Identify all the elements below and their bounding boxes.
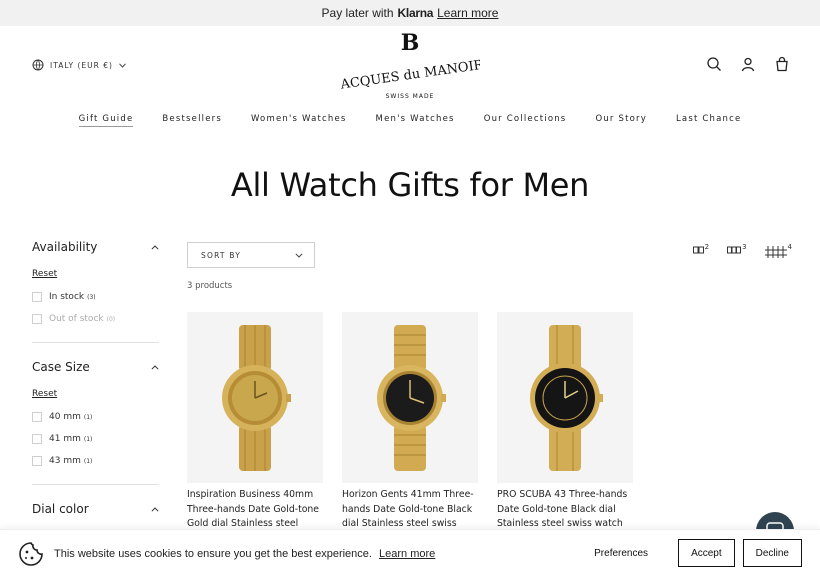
option-label: Out of stock	[49, 314, 104, 324]
search-icon[interactable]	[706, 56, 722, 72]
option-label: 43 mm	[49, 456, 81, 466]
product-name[interactable]: PRO SCUBA 43 Three-hands Date Gold-tone …	[497, 488, 633, 532]
cart-icon[interactable]	[774, 56, 790, 72]
sort-by-dropdown[interactable]: SORT BY	[187, 242, 315, 268]
svg-text:JACQUES du MANOIR: JACQUES du MANOIR	[340, 58, 480, 94]
filter-option-out-of-stock[interactable]: Out of stock (0)	[32, 314, 159, 324]
filter-availability-toggle[interactable]: Availability	[32, 240, 159, 254]
chevron-up-icon	[151, 364, 159, 370]
option-count: (3)	[87, 293, 96, 301]
product-image[interactable]	[497, 312, 633, 483]
product-card[interactable]: Inspiration Business 40mm Three-hands Da…	[187, 312, 323, 546]
grid-2-count: 2	[704, 243, 710, 251]
cookie-decline-button[interactable]: Decline	[742, 539, 802, 567]
filter-option-in-stock[interactable]: In stock (3)	[32, 292, 159, 302]
checkbox[interactable]	[32, 292, 42, 302]
nav-our-story[interactable]: Our Story	[595, 114, 647, 127]
filter-title: Availability	[32, 240, 98, 254]
grid-toggles: 2 3 4	[692, 243, 792, 258]
nav-gift-guide[interactable]: Gift Guide	[78, 114, 134, 127]
filter-dial-color-toggle[interactable]: Dial color	[32, 502, 159, 516]
checkbox[interactable]	[32, 456, 42, 466]
site-header: ITALY (EUR €) B JACQUES du MANOIR SWISS …	[0, 26, 820, 140]
option-count: (1)	[83, 435, 93, 443]
country-selector[interactable]: ITALY (EUR €)	[32, 59, 132, 71]
cookie-learn-more-link[interactable]: Learn more	[379, 548, 435, 560]
account-icon[interactable]	[740, 56, 756, 72]
product-count: 3 products	[187, 281, 233, 291]
filter-option-41mm[interactable]: 41 mm (1)	[32, 434, 159, 444]
page-title: All Watch Gifts for Men	[230, 166, 590, 204]
case-size-reset-link[interactable]: Reset	[32, 389, 57, 399]
svg-text:B: B	[401, 32, 420, 56]
checkbox[interactable]	[32, 314, 42, 324]
grid-2-icon	[692, 246, 704, 254]
checkbox[interactable]	[32, 412, 42, 422]
nav-mens-watches[interactable]: Men's Watches	[376, 114, 455, 127]
nav-last-chance[interactable]: Last Chance	[676, 114, 741, 127]
option-count: (1)	[83, 413, 93, 421]
globe-icon	[32, 59, 44, 71]
cookie-banner: This website uses cookies to ensure you …	[0, 529, 820, 577]
filter-title: Dial color	[32, 502, 89, 516]
filter-option-40mm[interactable]: 40 mm (1)	[32, 412, 159, 422]
chevron-up-icon	[151, 506, 159, 512]
option-label: 40 mm	[49, 412, 81, 422]
filter-availability: Availability Reset In stock (3) Out of s…	[32, 240, 159, 343]
product-card[interactable]: PRO SCUBA 43 Three-hands Date Gold-tone …	[497, 312, 633, 546]
filter-case-size-toggle[interactable]: Case Size	[32, 360, 159, 374]
grid-3-count: 3	[742, 243, 747, 251]
grid-4-toggle[interactable]: 4	[764, 243, 792, 258]
cookie-text: This website uses cookies to ensure you …	[54, 548, 435, 560]
svg-text:SWISS MADE: SWISS MADE	[386, 93, 435, 100]
checkbox[interactable]	[32, 434, 42, 444]
brand-logo[interactable]: B JACQUES du MANOIR SWISS MADE	[333, 30, 486, 102]
option-label: 41 mm	[49, 434, 81, 444]
cookie-buttons: Preferences Accept Decline	[582, 539, 802, 567]
filter-sidebar: Availability Reset In stock (3) Out of s…	[32, 240, 159, 551]
cookie-message: This website uses cookies to ensure you …	[54, 547, 372, 560]
klarna-logo: Klarna	[397, 6, 434, 20]
grid-4-count: 4	[787, 243, 792, 251]
option-count: (0)	[106, 315, 116, 323]
availability-reset-link[interactable]: Reset	[32, 269, 57, 279]
filter-title: Case Size	[32, 360, 90, 374]
option-label: In stock	[49, 292, 85, 302]
nav-our-collections[interactable]: Our Collections	[484, 114, 567, 127]
grid-3-toggle[interactable]: 3	[727, 243, 747, 254]
filter-case-size: Case Size Reset 40 mm (1) 41 mm (1) 43 m…	[32, 360, 159, 485]
main-nav: Gift Guide Bestsellers Women's Watches M…	[0, 114, 820, 127]
nav-bestsellers[interactable]: Bestsellers	[162, 114, 222, 127]
cookie-accept-button[interactable]: Accept	[678, 539, 735, 567]
watch-image	[530, 324, 603, 471]
chevron-up-icon	[151, 244, 159, 250]
chevron-down-icon	[295, 252, 303, 258]
product-grid: Inspiration Business 40mm Three-hands Da…	[187, 312, 633, 546]
sort-by-label: SORT BY	[201, 250, 242, 260]
product-image[interactable]	[187, 312, 323, 483]
country-label: ITALY (EUR €)	[50, 60, 113, 70]
product-image[interactable]	[342, 312, 478, 483]
chevron-down-icon	[119, 62, 126, 68]
grid-2-toggle[interactable]: 2	[692, 243, 710, 254]
cookie-icon	[19, 541, 43, 566]
grid-4-icon	[764, 246, 787, 258]
cookie-preferences-button[interactable]: Preferences	[582, 539, 660, 567]
watch-image	[222, 324, 291, 471]
filter-option-43mm[interactable]: 43 mm (1)	[32, 456, 159, 466]
option-count: (1)	[83, 457, 93, 465]
announcement-text: Pay later with	[321, 6, 394, 20]
product-card[interactable]: Horizon Gents 41mm Three-hands Date Gold…	[342, 312, 478, 546]
announcement-learn-more-link[interactable]: Learn more	[437, 6, 498, 20]
announcement-bar: Pay later with Klarna Learn more	[0, 0, 820, 26]
watch-image	[377, 324, 446, 471]
nav-womens-watches[interactable]: Women's Watches	[251, 114, 347, 127]
grid-3-icon	[727, 246, 742, 254]
header-icons	[706, 56, 790, 72]
